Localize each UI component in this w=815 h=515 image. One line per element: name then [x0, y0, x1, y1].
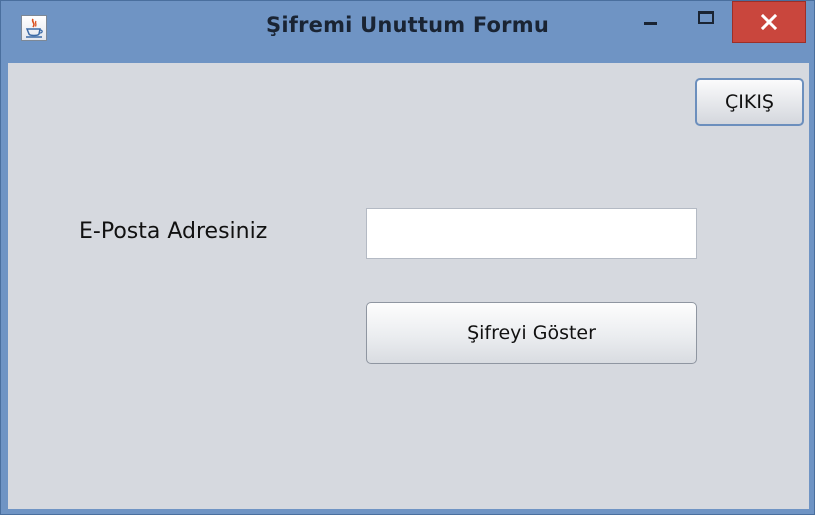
maximize-icon [698, 11, 714, 24]
close-button[interactable] [732, 1, 806, 43]
exit-button[interactable]: ÇIKIŞ [695, 78, 804, 126]
close-icon [761, 14, 777, 30]
minimize-button[interactable] [629, 1, 673, 41]
form-panel: ÇIKIŞ E-Posta Adresiniz Şifreyi Göster [8, 63, 809, 509]
maximize-button[interactable] [684, 1, 728, 41]
show-password-button[interactable]: Şifreyi Göster [366, 302, 697, 364]
minimize-icon [644, 22, 657, 25]
title-bar[interactable]: Şifremi Unuttum Formu [1, 1, 814, 63]
app-window: Şifremi Unuttum Formu ÇIKIŞ E-Posta Adre… [0, 0, 815, 515]
email-field[interactable] [366, 208, 697, 259]
email-label: E-Posta Adresiniz [79, 219, 268, 244]
